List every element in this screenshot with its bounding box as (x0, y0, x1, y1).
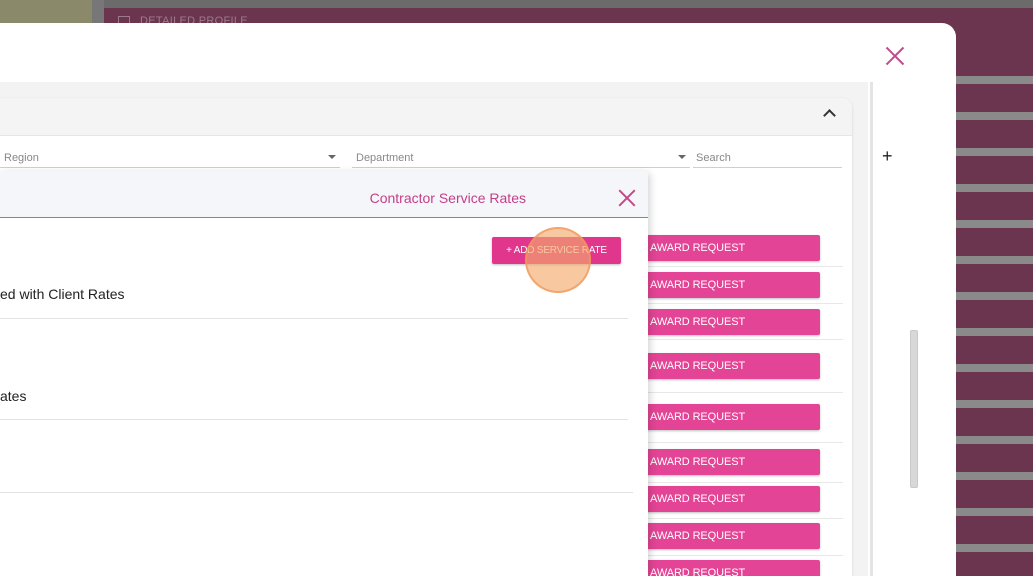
dialog-title-text: Contractor Service Rates (369, 190, 526, 206)
department-select[interactable]: Department (352, 148, 690, 168)
award-request-button[interactable]: AWARD REQUEST (646, 235, 820, 261)
award-request-button[interactable]: AWARD REQUEST (646, 404, 820, 430)
row-divider (644, 555, 843, 556)
row-divider (644, 339, 843, 340)
list-item-text: ates (0, 388, 27, 404)
dialog-close-icon[interactable] (618, 189, 636, 207)
award-request-button[interactable]: AWARD REQUEST (646, 523, 820, 549)
award-request-button[interactable]: AWARD REQUEST (646, 309, 820, 335)
search-field[interactable] (693, 148, 842, 168)
outer-modal-close-icon[interactable] (884, 45, 906, 67)
chevron-up-icon[interactable] (823, 109, 836, 122)
row-divider (644, 392, 843, 393)
modal-divider (870, 82, 873, 576)
award-request-button[interactable]: AWARD REQUEST (646, 486, 820, 512)
row-divider (644, 518, 843, 519)
background-list-stripes (953, 48, 1033, 576)
filter-card-header (0, 98, 852, 136)
row-divider (644, 303, 843, 304)
row-divider (644, 442, 843, 443)
list-divider (0, 419, 628, 420)
award-request-button[interactable]: AWARD REQUEST (646, 560, 820, 576)
award-request-button[interactable]: AWARD REQUEST (646, 449, 820, 475)
dialog-header: Contractor Service Rates (0, 171, 648, 218)
award-request-button[interactable]: AWARD REQUEST (646, 272, 820, 298)
row-divider (644, 482, 843, 483)
dialog-title: Contractor Service Rates (0, 190, 526, 206)
row-divider (644, 266, 843, 267)
caret-down-icon (328, 155, 336, 159)
add-plus-button[interactable]: + (882, 146, 893, 166)
contractor-service-rates-dialog: Contractor Service Rates + ADD SERVICE R… (0, 171, 648, 576)
scrollbar-thumb[interactable] (910, 330, 918, 488)
search-input[interactable] (693, 148, 842, 167)
award-request-button[interactable]: AWARD REQUEST (646, 353, 820, 379)
list-item-text: ed with Client Rates (0, 286, 125, 302)
list-divider (0, 492, 633, 493)
region-label: Region (4, 152, 39, 164)
add-service-rate-button[interactable]: + ADD SERVICE RATE (492, 237, 621, 264)
region-select[interactable]: Region (0, 148, 340, 168)
department-label: Department (356, 152, 414, 164)
caret-down-icon (678, 155, 686, 159)
list-divider (0, 318, 628, 319)
